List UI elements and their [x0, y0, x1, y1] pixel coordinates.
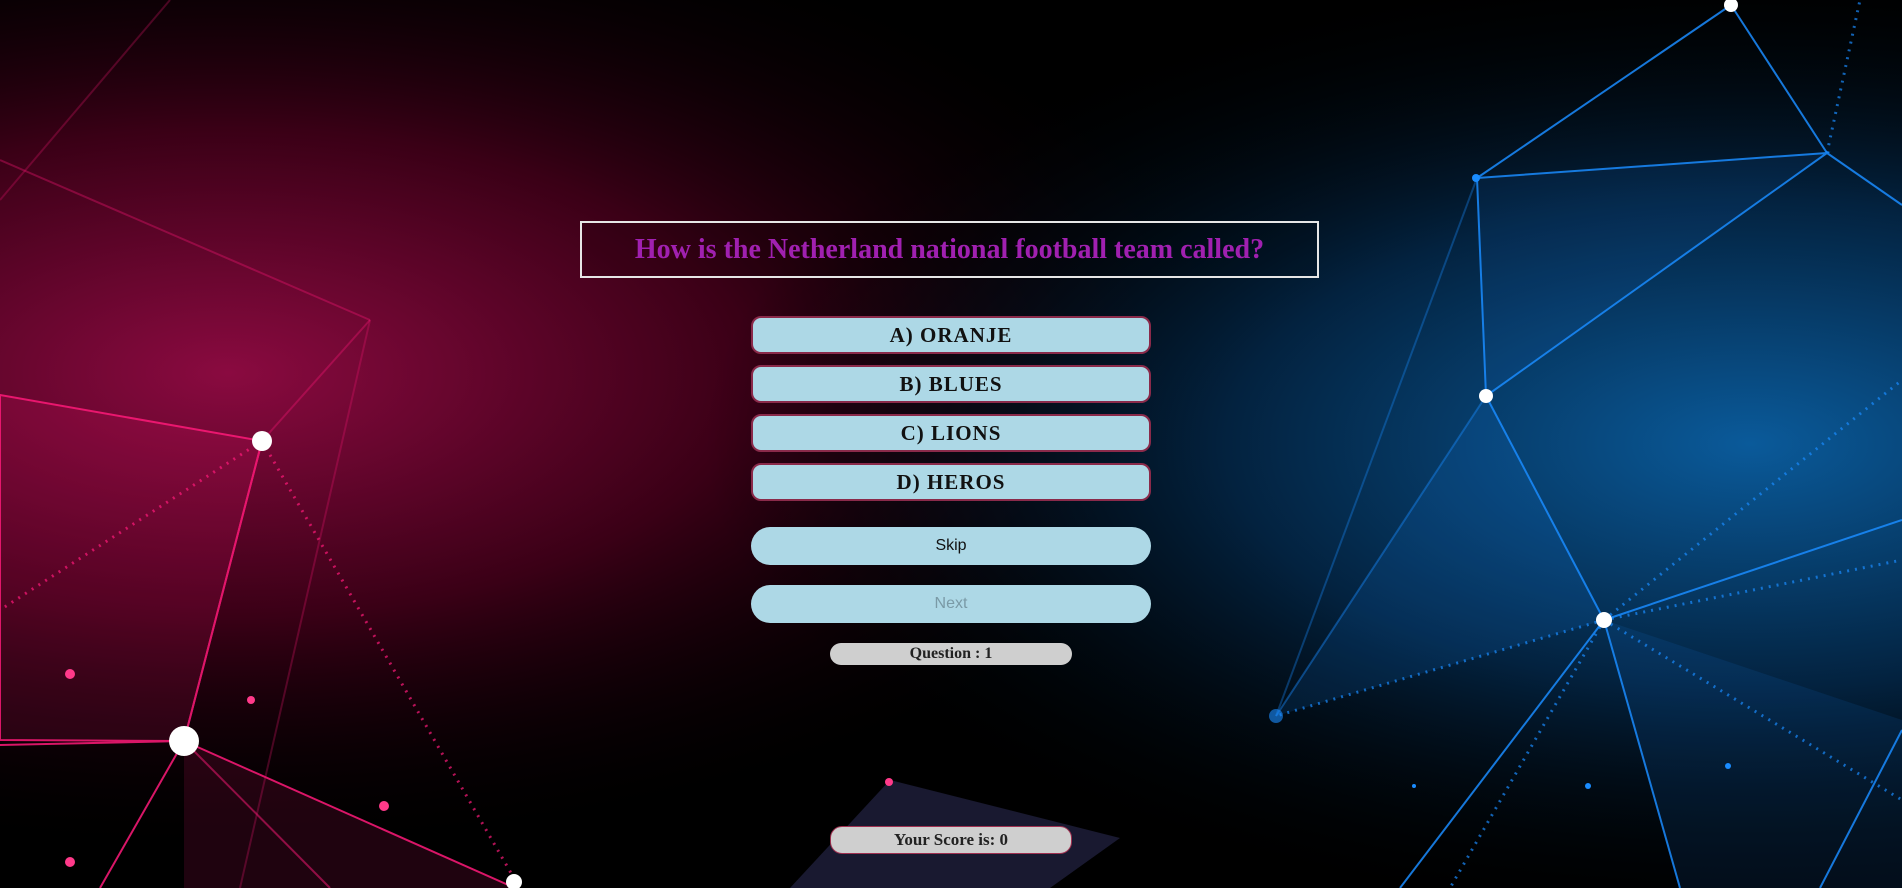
skip-button[interactable]: Skip: [751, 527, 1151, 565]
question-counter: Question : 1: [830, 643, 1072, 665]
question-title: How is the Netherland national football …: [580, 221, 1319, 278]
answer-option-d[interactable]: D) HEROS: [751, 463, 1151, 501]
score-display: Your Score is: 0: [830, 826, 1072, 854]
answer-option-c[interactable]: C) LIONS: [751, 414, 1151, 452]
question-text: How is the Netherland national football …: [634, 233, 1265, 265]
answer-option-b[interactable]: B) BLUES: [751, 365, 1151, 403]
next-button[interactable]: Next: [751, 585, 1151, 623]
answer-option-a[interactable]: A) ORANJE: [751, 316, 1151, 354]
